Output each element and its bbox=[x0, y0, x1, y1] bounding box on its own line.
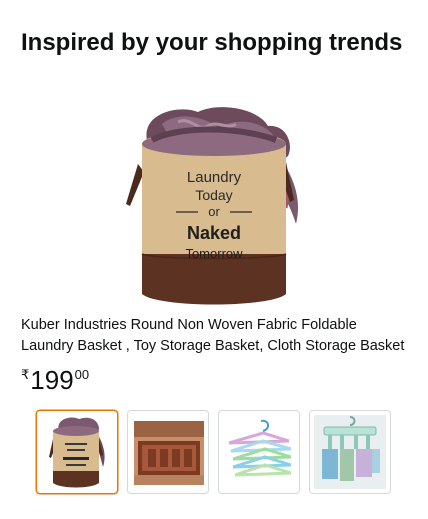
thumbnail-laundry-basket[interactable] bbox=[36, 410, 118, 494]
thumbnail-clip-hanger[interactable] bbox=[309, 410, 391, 494]
product-image[interactable]: Laundry Today or Naked Tomorrow bbox=[118, 104, 310, 309]
basket-text-4: Naked bbox=[187, 223, 241, 243]
basket-text-1: Laundry bbox=[187, 169, 242, 186]
thumbnail-door-mat[interactable] bbox=[127, 410, 209, 494]
price-whole: 199 bbox=[30, 365, 74, 395]
product-title-link[interactable]: Kuber Industries Round Non Woven Fabric … bbox=[21, 315, 413, 357]
price-fraction: 00 bbox=[74, 367, 90, 382]
door-mat-icon bbox=[134, 421, 204, 485]
section-heading: Inspired by your shopping trends bbox=[21, 29, 403, 56]
laundry-basket-icon bbox=[49, 417, 105, 488]
thumbnail-strip bbox=[36, 410, 396, 496]
thumbnail-hangers[interactable] bbox=[218, 410, 300, 494]
clip-hanger-icon bbox=[314, 415, 386, 489]
product-price: ₹19900 bbox=[21, 364, 89, 396]
recommendation-card: Inspired by your shopping trends Laundry… bbox=[0, 0, 428, 519]
basket-text-5: Tomorrow bbox=[185, 246, 243, 261]
basket-text-2: Today bbox=[195, 187, 232, 203]
basket-text-3: or bbox=[208, 204, 220, 219]
hanger-icon bbox=[228, 419, 292, 477]
currency-symbol: ₹ bbox=[21, 367, 30, 382]
